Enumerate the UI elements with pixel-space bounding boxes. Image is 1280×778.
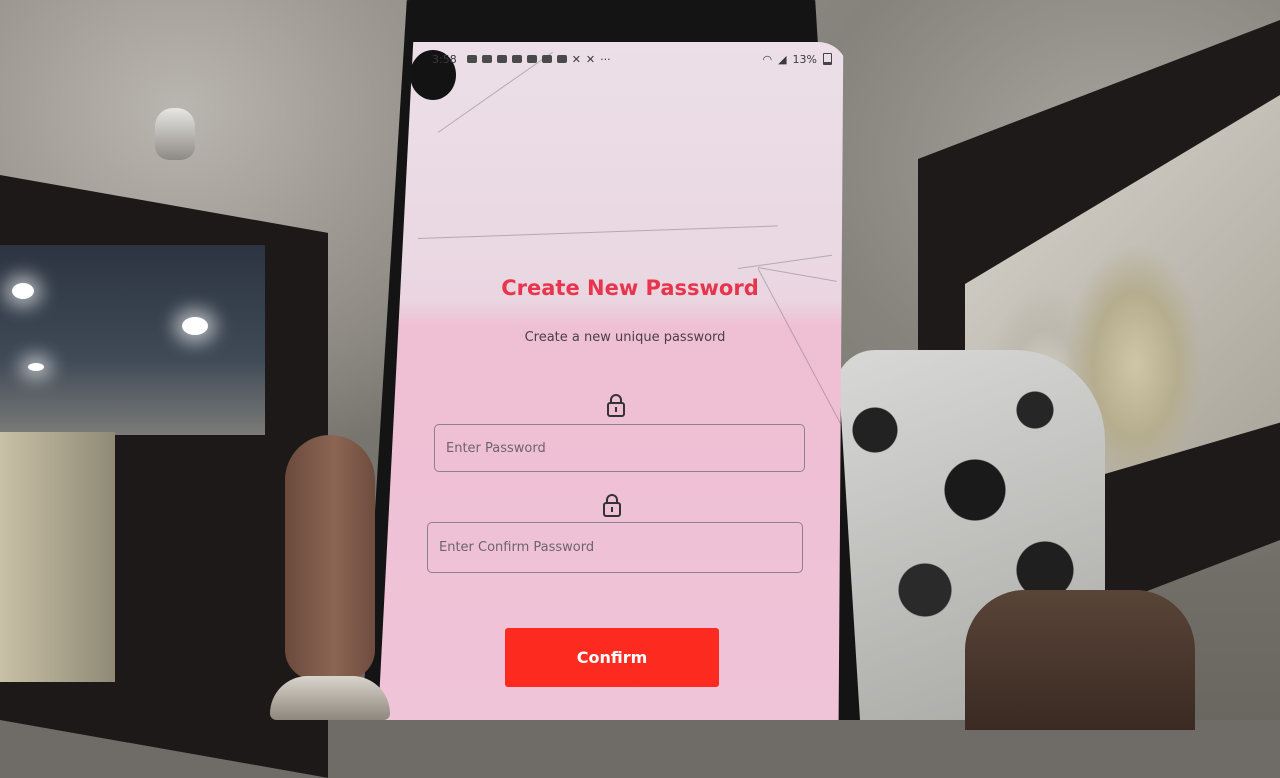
notification-icon (466, 55, 477, 63)
notification-icons: ✕ ✕ ··· (466, 52, 611, 66)
page-title: Create New Password (501, 276, 759, 300)
signal-icon: ◢ (778, 52, 787, 66)
status-bar: 3:58 ✕ ✕ ··· ◠ ◢ 13% (432, 48, 832, 70)
x-icon: ✕ (585, 52, 596, 66)
reflected-light (28, 363, 44, 371)
page-subtitle: Create a new unique password (524, 330, 726, 345)
screen-crack (757, 268, 843, 428)
notification-icon (481, 55, 492, 63)
confirm-button[interactable]: Confirm (505, 628, 719, 687)
lock-icon (603, 494, 621, 517)
screen-crack (737, 254, 833, 269)
x-icon: ✕ (571, 52, 581, 66)
reflected-light (182, 317, 208, 335)
screen-crack (417, 225, 778, 239)
wifi-icon: ◠ (762, 52, 773, 66)
screen-crack (757, 267, 837, 282)
ring (270, 676, 390, 720)
status-right: ◠ ◢ 13% (762, 53, 832, 66)
lock-icon (607, 394, 625, 417)
arm (965, 590, 1195, 730)
password-input[interactable] (434, 424, 805, 472)
notification-icon (496, 55, 507, 63)
status-time: 3:58 (432, 52, 457, 66)
finger (285, 435, 375, 680)
battery-percent: 13% (792, 52, 817, 66)
notification-icon (526, 55, 537, 63)
battery-icon (823, 53, 832, 65)
notification-icon (556, 55, 567, 63)
notification-icon (541, 55, 552, 63)
curtain (0, 432, 115, 682)
reflected-light (12, 283, 34, 299)
confirm-password-input[interactable] (427, 522, 803, 573)
left-mirror-glass (0, 245, 265, 435)
overflow-dots: ··· (600, 52, 611, 66)
wall-lamp (155, 108, 195, 160)
phone-screen (378, 42, 844, 720)
notification-icon (511, 55, 522, 63)
